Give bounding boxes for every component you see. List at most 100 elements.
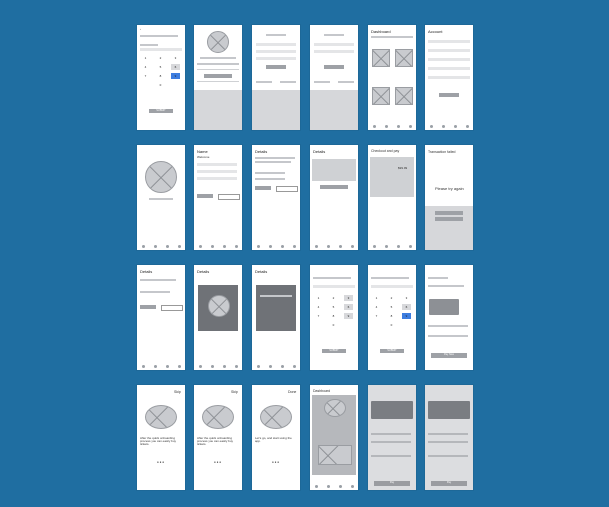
pay-now-button[interactable]: Pay Now — [431, 353, 467, 358]
account-row[interactable] — [428, 58, 470, 61]
tile-image[interactable] — [372, 49, 390, 67]
back-button[interactable] — [197, 194, 213, 198]
home-icon[interactable] — [314, 485, 318, 488]
home-icon[interactable] — [256, 365, 260, 368]
key-9[interactable]: 9 — [344, 313, 353, 319]
continue-button[interactable] — [266, 65, 286, 69]
home-icon[interactable] — [141, 245, 145, 248]
key-3[interactable]: 3 — [402, 295, 411, 301]
profile-icon[interactable] — [234, 365, 238, 368]
input-field[interactable] — [197, 177, 237, 180]
key-6[interactable]: 6 — [344, 304, 353, 310]
home-icon[interactable] — [429, 125, 433, 128]
skip-link[interactable]: Skip — [174, 390, 181, 394]
key-8[interactable]: 8 — [156, 73, 165, 79]
tickets-icon[interactable] — [268, 365, 272, 368]
wallet-icon[interactable] — [222, 245, 226, 248]
pay-button[interactable]: Pay — [431, 481, 467, 486]
wallet-icon[interactable] — [165, 245, 169, 248]
submit-button[interactable]: SUBMIT — [149, 109, 173, 113]
key-8[interactable]: 8 — [387, 313, 396, 319]
save-button[interactable] — [439, 93, 459, 97]
key-1[interactable]: 1 — [141, 55, 150, 61]
profile-icon[interactable] — [292, 245, 296, 248]
code-input[interactable] — [371, 285, 413, 288]
key-6[interactable]: 6 — [171, 64, 180, 70]
input-field[interactable] — [256, 50, 296, 53]
profile-icon[interactable] — [292, 365, 296, 368]
home-icon[interactable] — [256, 245, 260, 248]
key-5[interactable]: 5 — [156, 64, 165, 70]
code-input[interactable] — [313, 285, 355, 288]
key-0[interactable]: 0 — [329, 322, 338, 328]
next-button[interactable] — [276, 186, 298, 192]
tickets-icon[interactable] — [384, 125, 388, 128]
next-button[interactable] — [161, 305, 183, 311]
done-link[interactable]: Done — [288, 390, 296, 394]
profile-icon[interactable] — [408, 245, 412, 248]
wallet-icon[interactable] — [222, 365, 226, 368]
radio-option[interactable] — [255, 178, 285, 180]
search-bar[interactable] — [371, 36, 413, 38]
continue-button[interactable] — [204, 74, 232, 78]
key-7[interactable]: 7 — [314, 313, 323, 319]
input-field[interactable] — [197, 170, 237, 173]
wallet-icon[interactable] — [453, 125, 457, 128]
account-row[interactable] — [428, 49, 470, 52]
back-button[interactable] — [255, 186, 271, 190]
tickets-icon[interactable] — [210, 245, 214, 248]
key-5[interactable]: 5 — [329, 304, 338, 310]
account-row[interactable] — [428, 67, 470, 70]
key-3[interactable]: 3 — [344, 295, 353, 301]
tickets-icon[interactable] — [384, 245, 388, 248]
payment-card[interactable] — [429, 299, 459, 315]
submit-button[interactable]: SUBMIT — [322, 349, 346, 353]
input-field[interactable] — [314, 50, 354, 53]
confirm-button[interactable] — [320, 185, 348, 189]
key-0[interactable]: 0 — [387, 322, 396, 328]
continue-button[interactable] — [324, 65, 344, 69]
tickets-icon[interactable] — [268, 245, 272, 248]
home-icon[interactable] — [198, 245, 202, 248]
home-icon[interactable] — [372, 245, 376, 248]
key-4[interactable]: 4 — [314, 304, 323, 310]
wallet-icon[interactable] — [396, 245, 400, 248]
card-carousel[interactable] — [371, 401, 413, 419]
profile-icon[interactable] — [177, 365, 181, 368]
key-9[interactable]: 9 — [402, 313, 411, 319]
wallet-icon[interactable] — [165, 365, 169, 368]
profile-icon[interactable] — [465, 125, 469, 128]
profile-icon[interactable] — [350, 485, 354, 488]
wallet-icon[interactable] — [280, 245, 284, 248]
tile-image[interactable] — [372, 87, 390, 105]
card-carousel[interactable] — [428, 401, 470, 419]
wallet-icon[interactable] — [338, 485, 342, 488]
key-5[interactable]: 5 — [387, 304, 396, 310]
key-8[interactable]: 8 — [329, 313, 338, 319]
key-9[interactable]: 9 — [171, 73, 180, 79]
profile-icon[interactable] — [350, 245, 354, 248]
tickets-icon[interactable] — [326, 485, 330, 488]
tickets-icon[interactable] — [153, 365, 157, 368]
key-6[interactable]: 6 — [402, 304, 411, 310]
key-4[interactable]: 4 — [372, 304, 381, 310]
profile-icon[interactable] — [234, 245, 238, 248]
wallet-icon[interactable] — [338, 245, 342, 248]
home-icon[interactable] — [372, 125, 376, 128]
retry-button[interactable] — [435, 211, 463, 215]
tile-image[interactable] — [395, 87, 413, 105]
key-2[interactable]: 2 — [329, 295, 338, 301]
key-4[interactable]: 4 — [141, 64, 150, 70]
tickets-icon[interactable] — [153, 245, 157, 248]
tickets-icon[interactable] — [210, 365, 214, 368]
home-icon[interactable] — [314, 245, 318, 248]
input-field[interactable] — [197, 163, 237, 166]
radio-option[interactable] — [140, 291, 170, 293]
key-7[interactable]: 7 — [141, 73, 150, 79]
tickets-icon[interactable] — [441, 125, 445, 128]
profile-icon[interactable] — [408, 125, 412, 128]
key-3[interactable]: 3 — [171, 55, 180, 61]
next-button[interactable] — [218, 194, 240, 200]
profile-icon[interactable] — [177, 245, 181, 248]
tickets-icon[interactable] — [326, 245, 330, 248]
